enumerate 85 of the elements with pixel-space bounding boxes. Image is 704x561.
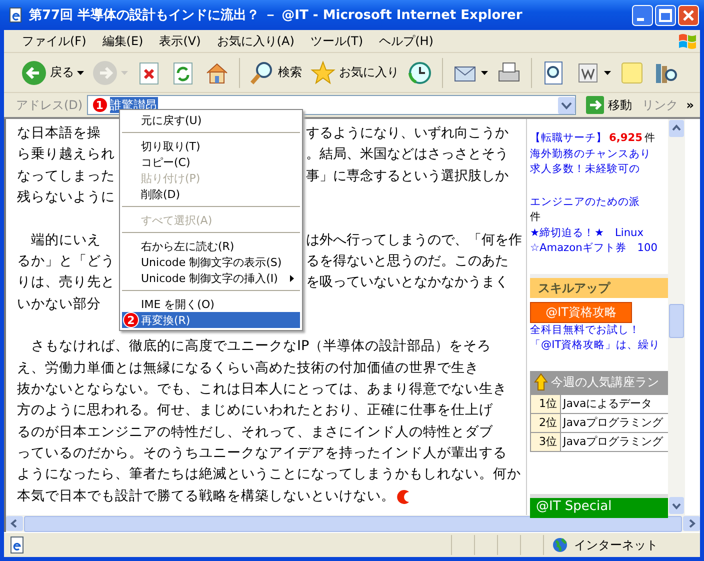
article-text: るか」と「どう <box>17 252 115 271</box>
menu-option[interactable]: 元に戻す(U) <box>122 112 300 128</box>
article-text: 事」に専念するという選択肢しか <box>306 166 508 186</box>
special-header: @IT Special <box>530 494 668 518</box>
history-clock-icon <box>407 60 433 86</box>
menu-option[interactable]: Unicode 制御文字の表示(S) <box>122 254 300 270</box>
scroll-down-icon[interactable] <box>669 497 684 514</box>
menu-item[interactable]: ファイル(F) <box>14 32 94 50</box>
article-text: な日本語を操 <box>17 124 101 143</box>
zone-text: インターネット <box>574 536 658 554</box>
article-text: 方のように思われる。何せ、まじめにいわれたとおり、正確に仕事を仕上げ <box>17 401 493 420</box>
job-count: 6,925 <box>608 132 644 144</box>
article-text: するようになり、いずれ向こうか <box>306 124 508 143</box>
vertical-scrollbar[interactable] <box>668 119 685 515</box>
globe-icon <box>552 537 568 553</box>
menu-option[interactable]: 削除(D) <box>122 186 300 202</box>
close-button[interactable] <box>678 4 699 26</box>
article-text: るのが日本エンジニアの特性だし、それって、まさにインド人の特性とダブ <box>17 422 493 442</box>
article-text: るを得ないと思うのだ。このあた <box>306 252 508 271</box>
favorites-button[interactable]: お気に入り <box>307 58 402 88</box>
menu-item[interactable]: ツール(T) <box>302 32 372 50</box>
article-text: ら乗り越えられ <box>17 145 115 164</box>
menu-option[interactable]: コピー(C) <box>122 154 300 170</box>
rank-cell: 2位 <box>531 414 561 432</box>
go-button[interactable]: 移動 <box>580 96 638 114</box>
ad-text: 件 <box>644 132 656 144</box>
article-text: は外へ行ってしまうので、「何を作 <box>306 230 522 250</box>
menu-item[interactable]: ヘルプ(H) <box>371 32 442 50</box>
ad-link[interactable]: 海外勤務のチャンスあり <box>530 148 651 160</box>
up-arrow-icon <box>534 373 548 391</box>
article-text: え、労働力単価とは無縁になるくらい高めた技術の付加価値の世界で生き <box>17 358 479 378</box>
article-text: ようになったら、筆者たちは絶滅ということになってしまうかもしれない。何か <box>17 465 521 484</box>
article-text: 本気で日本でも設計で勝てる戦略を構築しないといけない。 <box>17 486 395 506</box>
article-text: 端的にいえ <box>30 230 101 250</box>
dropdown-caret-icon[interactable] <box>481 70 488 74</box>
back-button[interactable]: 戻る <box>18 58 87 88</box>
more-chevron[interactable]: » <box>682 98 700 112</box>
ad-link[interactable]: エンジニアのための派 <box>530 196 640 208</box>
section-header: スキルアップ <box>530 274 668 298</box>
dropdown-caret-icon[interactable] <box>77 70 84 74</box>
note-icon <box>619 60 645 86</box>
submenu-arrow-icon <box>290 274 294 282</box>
menu-item[interactable]: 編集(E) <box>94 32 152 50</box>
ad-link[interactable]: 全科目無料でお試し！ <box>530 324 640 336</box>
maximize-button[interactable] <box>655 4 676 26</box>
menu-option[interactable]: 右から左に読む(R) <box>122 238 300 254</box>
article-text: さもなければ、徹底的に高度でユニークなIP（半導体の設計部品）をそろ <box>30 337 492 356</box>
page-icon <box>8 7 24 23</box>
window-title: 第77回 半導体の設計もインドに流出？ － @IT - Microsoft Internet Explorer <box>29 6 524 24</box>
ranking-title: 今週の人気講座ラン <box>551 374 659 390</box>
ad-link[interactable]: ☆Amazonギフト券 100 <box>530 242 658 254</box>
ad-link[interactable]: ★締切迫る！★ Linux <box>530 226 644 238</box>
rank-cell: 1位 <box>531 394 561 414</box>
article-text: 抜かないとならない。でも、これは日本人にとっては、あまり得意でない生き <box>17 380 507 399</box>
menu-option[interactable]: 2 再変換(R) <box>122 312 300 328</box>
menu-option[interactable]: 切り取り(T) <box>122 138 300 154</box>
minimize-button[interactable] <box>632 4 653 26</box>
article-text: 。結局、米国などはさっさとそう <box>306 145 508 164</box>
search-button[interactable]: 検索 <box>246 58 305 88</box>
rank-cell: 3位 <box>531 432 561 452</box>
menu-option[interactable]: Unicode 制御文字の挿入(I) <box>122 270 300 286</box>
article-text: 残らないように <box>17 188 115 208</box>
address-label: アドレス(D) <box>16 96 83 114</box>
menu-item[interactable]: お気に入り(A) <box>208 32 302 50</box>
article-text: いかない部分 <box>17 294 101 314</box>
star-icon <box>310 60 336 86</box>
article-text: なってしまった <box>17 166 115 186</box>
ad-text: 件 <box>530 211 541 223</box>
ad-link[interactable]: 【転職サーチ】 <box>530 132 607 144</box>
callout-badge: 2 <box>123 312 139 328</box>
scroll-thumb[interactable] <box>669 304 684 338</box>
menu-item[interactable]: 表示(V) <box>151 32 209 50</box>
search-icon <box>249 60 275 86</box>
page-icon <box>8 536 26 554</box>
dropdown-caret-icon[interactable] <box>604 70 611 74</box>
callout-badge: 1 <box>92 97 108 113</box>
ad-link[interactable]: 求人多数！未経験可の <box>530 163 640 175</box>
menu-option[interactable]: IME を開く(O) <box>122 296 300 312</box>
article-text: っているのだから。そのうちユニークなアイデアを持ったインド人が輩出する <box>17 444 507 464</box>
article-text: を吸っていないとなかなかうまく <box>306 273 508 292</box>
scroll-left-icon[interactable] <box>6 516 23 531</box>
scroll-right-icon[interactable] <box>683 516 700 531</box>
article-text: りは、売り先と <box>17 273 115 292</box>
scroll-up-icon[interactable] <box>669 120 684 137</box>
ad-link[interactable]: 「@IT資格攻略」は、繰り <box>530 339 660 351</box>
